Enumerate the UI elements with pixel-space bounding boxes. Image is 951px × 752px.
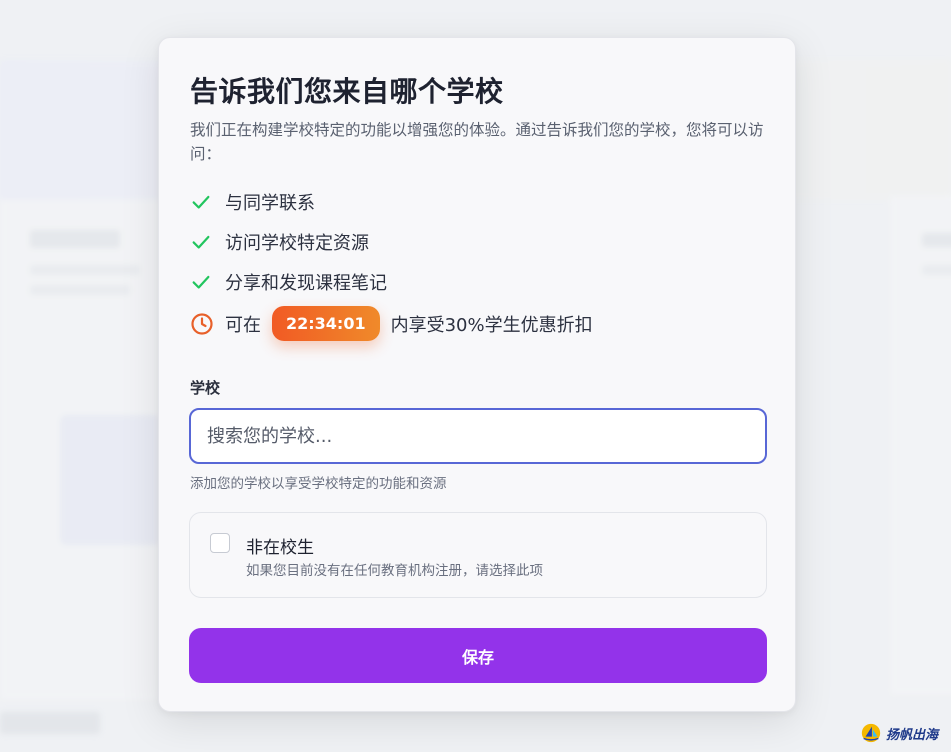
feature-label: 访问学校特定资源: [225, 233, 369, 254]
school-field-label: 学校: [190, 379, 221, 397]
feature-label: 与同学联系: [225, 193, 315, 214]
offer-suffix: 内享受30%学生优惠折扣: [390, 314, 593, 336]
feature-label: 分享和发现课程笔记: [225, 273, 387, 294]
discount-offer: 可在 22:34:01 内享受30%学生优惠折扣: [190, 306, 593, 341]
non-student-subtitle: 如果您目前没有在任何教育机构注册，请选择此项: [246, 563, 543, 579]
school-select-modal: 告诉我们您来自哪个学校 我们正在构建学校特定的功能以增强您的体验。通过告诉我们您…: [158, 37, 796, 712]
watermark: 扬帆出海: [860, 722, 938, 744]
modal-description: 我们正在构建学校特定的功能以增强您的体验。通过告诉我们您的学校，您将可以访问：: [190, 121, 764, 163]
feature-item: 访问学校特定资源: [190, 229, 369, 255]
save-button[interactable]: 保存: [189, 628, 767, 683]
school-search-input[interactable]: [189, 408, 767, 464]
check-icon: [192, 195, 210, 209]
non-student-option[interactable]: 非在校生 如果您目前没有在任何教育机构注册，请选择此项: [189, 512, 767, 598]
non-student-checkbox[interactable]: [210, 533, 230, 553]
offer-prefix: 可在: [225, 314, 261, 336]
watermark-text: 扬帆出海: [886, 727, 939, 743]
check-icon: [192, 235, 210, 249]
feature-item: 分享和发现课程笔记: [190, 269, 387, 295]
clock-icon: [191, 312, 213, 335]
modal-title: 告诉我们您来自哪个学校: [190, 75, 504, 108]
countdown-timer: 22:34:01: [272, 306, 380, 341]
check-icon: [192, 275, 210, 289]
feature-item: 与同学联系: [190, 189, 315, 215]
non-student-title: 非在校生: [246, 538, 314, 558]
school-field-helper: 添加您的学校以享受学校特定的功能和资源: [190, 476, 447, 492]
sail-logo-icon: [861, 723, 881, 743]
